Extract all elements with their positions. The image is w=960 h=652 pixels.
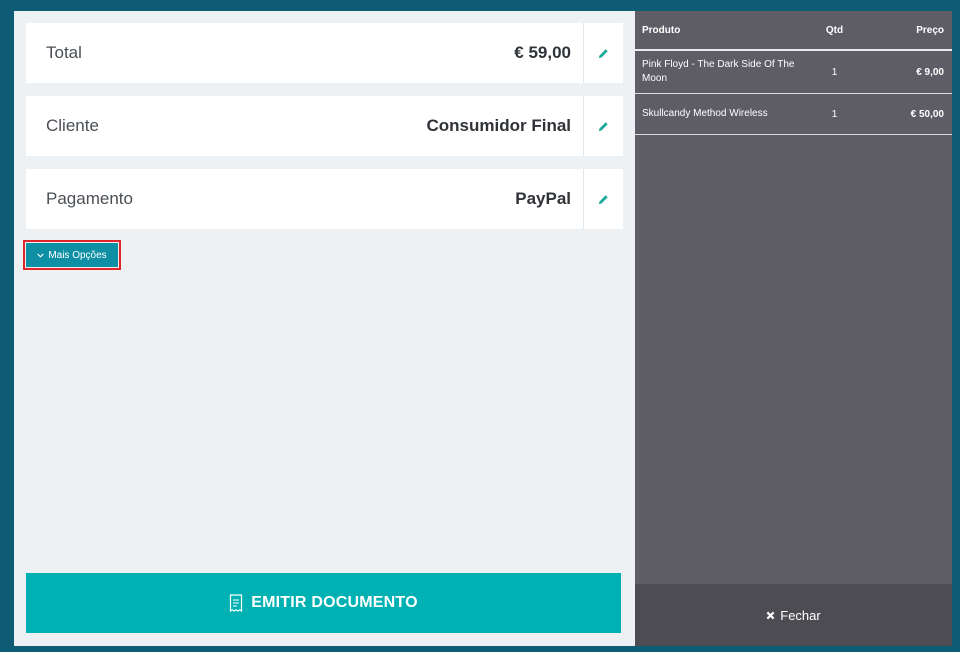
product-name: Skullcandy Method Wireless <box>642 108 768 119</box>
pencil-icon <box>598 121 608 131</box>
total-value: € 59,00 <box>514 43 571 62</box>
client-row: Cliente Consumidor Final <box>26 96 623 156</box>
products-table-header: Produto Qtd Preço <box>635 11 952 51</box>
client-label: Cliente <box>46 116 99 135</box>
emit-document-label: EMITIR DOCUMENTO <box>251 594 418 611</box>
more-options-button[interactable]: Mais Opções <box>23 240 121 270</box>
table-row[interactable]: Skullcandy Method Wireless 1 € 50,00 <box>635 94 952 135</box>
pencil-icon <box>598 48 608 58</box>
edit-total-button[interactable] <box>583 23 623 83</box>
receipt-icon <box>230 594 243 612</box>
table-row[interactable]: Pink Floyd - The Dark Side Of The Moon 1… <box>635 51 952 94</box>
edit-payment-button[interactable] <box>583 169 623 229</box>
payment-row: Pagamento PayPal <box>26 169 623 229</box>
product-price: € 50,00 <box>910 108 944 120</box>
close-label: Fechar <box>780 607 821 623</box>
edit-client-button[interactable] <box>583 96 623 156</box>
payment-label: Pagamento <box>46 189 133 208</box>
chevron-down-icon <box>37 253 45 258</box>
header-price: Preço <box>916 24 944 36</box>
product-price: € 9,00 <box>916 66 944 78</box>
total-row: Total € 59,00 <box>26 23 623 83</box>
checkout-modal: Total € 59,00 Cliente Consumidor Final P… <box>14 11 952 646</box>
emit-document-button[interactable]: EMITIR DOCUMENTO <box>26 573 621 633</box>
order-panel: Produto Qtd Preço Pink Floyd - The Dark … <box>635 11 952 646</box>
header-product: Produto <box>642 24 681 36</box>
total-label: Total <box>46 43 82 62</box>
client-value: Consumidor Final <box>426 116 572 135</box>
checkout-panel: Total € 59,00 Cliente Consumidor Final P… <box>14 11 635 646</box>
pencil-icon <box>598 194 608 204</box>
product-qty: 1 <box>831 66 838 78</box>
payment-value: PayPal <box>515 189 571 208</box>
product-qty: 1 <box>831 108 838 120</box>
close-icon <box>766 611 775 619</box>
close-button[interactable]: Fechar <box>635 584 952 646</box>
more-options-label: Mais Opções <box>48 249 107 261</box>
product-name: Pink Floyd - The Dark Side Of The Moon <box>642 59 795 84</box>
header-qty: Qtd <box>825 24 844 36</box>
